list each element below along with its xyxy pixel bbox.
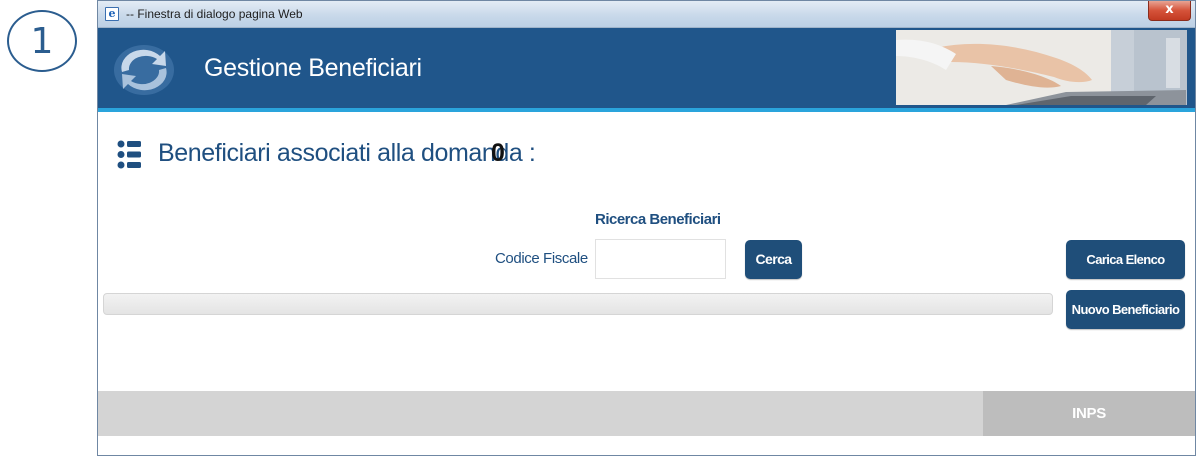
codice-fiscale-label: Codice Fiscale (495, 250, 588, 267)
search-button[interactable]: Cerca (745, 240, 802, 279)
new-beneficiary-button[interactable]: Nuovo Beneficiario (1066, 290, 1185, 329)
search-heading: Ricerca Beneficiari (595, 211, 721, 228)
list-icon (117, 140, 141, 169)
window-titlebar: e -- Finestra di dialogo pagina Web x (98, 1, 1195, 28)
section-title: Beneficiari associati alla domanda : (158, 139, 536, 167)
codice-fiscale-input[interactable] (595, 239, 726, 279)
close-icon: x (1165, 2, 1174, 17)
footer-bar (98, 391, 983, 436)
results-bar (103, 293, 1053, 315)
window-close-button[interactable]: x (1148, 1, 1191, 21)
step-number-badge: 1 (7, 10, 77, 72)
refresh-arrows-logo-icon (114, 45, 174, 95)
app-header: Gestione Beneficiari (98, 28, 1195, 108)
header-photo-typing-hands (896, 30, 1187, 105)
window-title: -- Finestra di dialogo pagina Web (126, 7, 303, 21)
footer-brand: INPS (983, 391, 1195, 436)
step-number: 1 (30, 20, 54, 62)
beneficiary-count: 0 (491, 139, 505, 167)
app-title: Gestione Beneficiari (204, 54, 422, 82)
header-accent-rule (98, 108, 1195, 112)
internet-explorer-icon: e (105, 7, 119, 21)
dialog-window: e -- Finestra di dialogo pagina Web x Ge… (97, 0, 1196, 456)
load-list-button[interactable]: Carica Elenco (1066, 240, 1185, 279)
